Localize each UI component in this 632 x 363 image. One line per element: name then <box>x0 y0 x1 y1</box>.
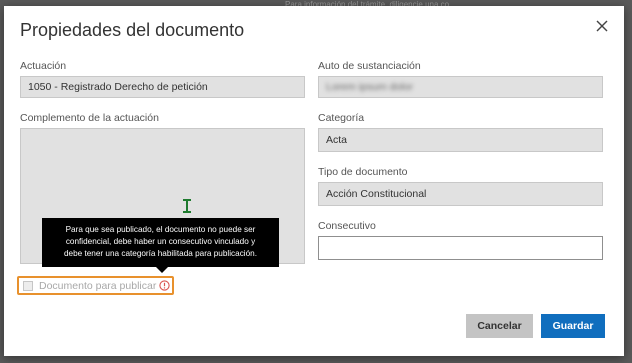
categoria-value: Acta <box>326 134 348 146</box>
cancel-button[interactable]: Cancelar <box>466 314 533 338</box>
tooltip-line: confidencial, debe haber un consecutivo … <box>65 237 256 246</box>
actuacion-label: Actuación <box>20 60 67 72</box>
publish-tooltip: Para que sea publicado, el documento no … <box>42 218 279 267</box>
publish-label: Documento para publicar <box>39 279 157 292</box>
dialog-title: Propiedades del documento <box>20 20 245 40</box>
tooltip-line: Para que sea publicado, el documento no … <box>65 225 256 234</box>
warning-circle-icon[interactable] <box>159 280 170 291</box>
save-button[interactable]: Guardar <box>541 314 605 338</box>
tipo-field[interactable]: Acción Constitucional <box>318 182 603 206</box>
actuacion-value: 1050 - Registrado Derecho de petición <box>28 81 208 93</box>
consecutivo-input[interactable] <box>318 236 603 260</box>
tipo-value: Acción Constitucional <box>326 188 427 200</box>
document-properties-dialog: Propiedades del documento Actuación 1050… <box>4 6 624 356</box>
auto-value: Lorem ipsum dolor <box>326 81 413 93</box>
close-icon[interactable] <box>592 16 612 36</box>
publish-checkbox[interactable] <box>23 280 33 291</box>
auto-field[interactable]: Lorem ipsum dolor <box>318 76 603 98</box>
tooltip-arrow <box>156 267 168 273</box>
auto-label: Auto de sustanciación <box>318 60 421 72</box>
text-cursor-icon <box>183 199 191 213</box>
complemento-label: Complemento de la actuación <box>20 112 159 124</box>
categoria-field[interactable]: Acta <box>318 128 603 152</box>
actuacion-field[interactable]: 1050 - Registrado Derecho de petición <box>20 76 305 98</box>
categoria-label: Categoría <box>318 112 365 124</box>
publish-checkbox-row[interactable]: Documento para publicar <box>17 276 174 295</box>
consecutivo-label: Consecutivo <box>318 220 376 232</box>
tipo-label: Tipo de documento <box>318 166 408 178</box>
tooltip-line: debe tener una categoría habilitada para… <box>63 249 257 258</box>
